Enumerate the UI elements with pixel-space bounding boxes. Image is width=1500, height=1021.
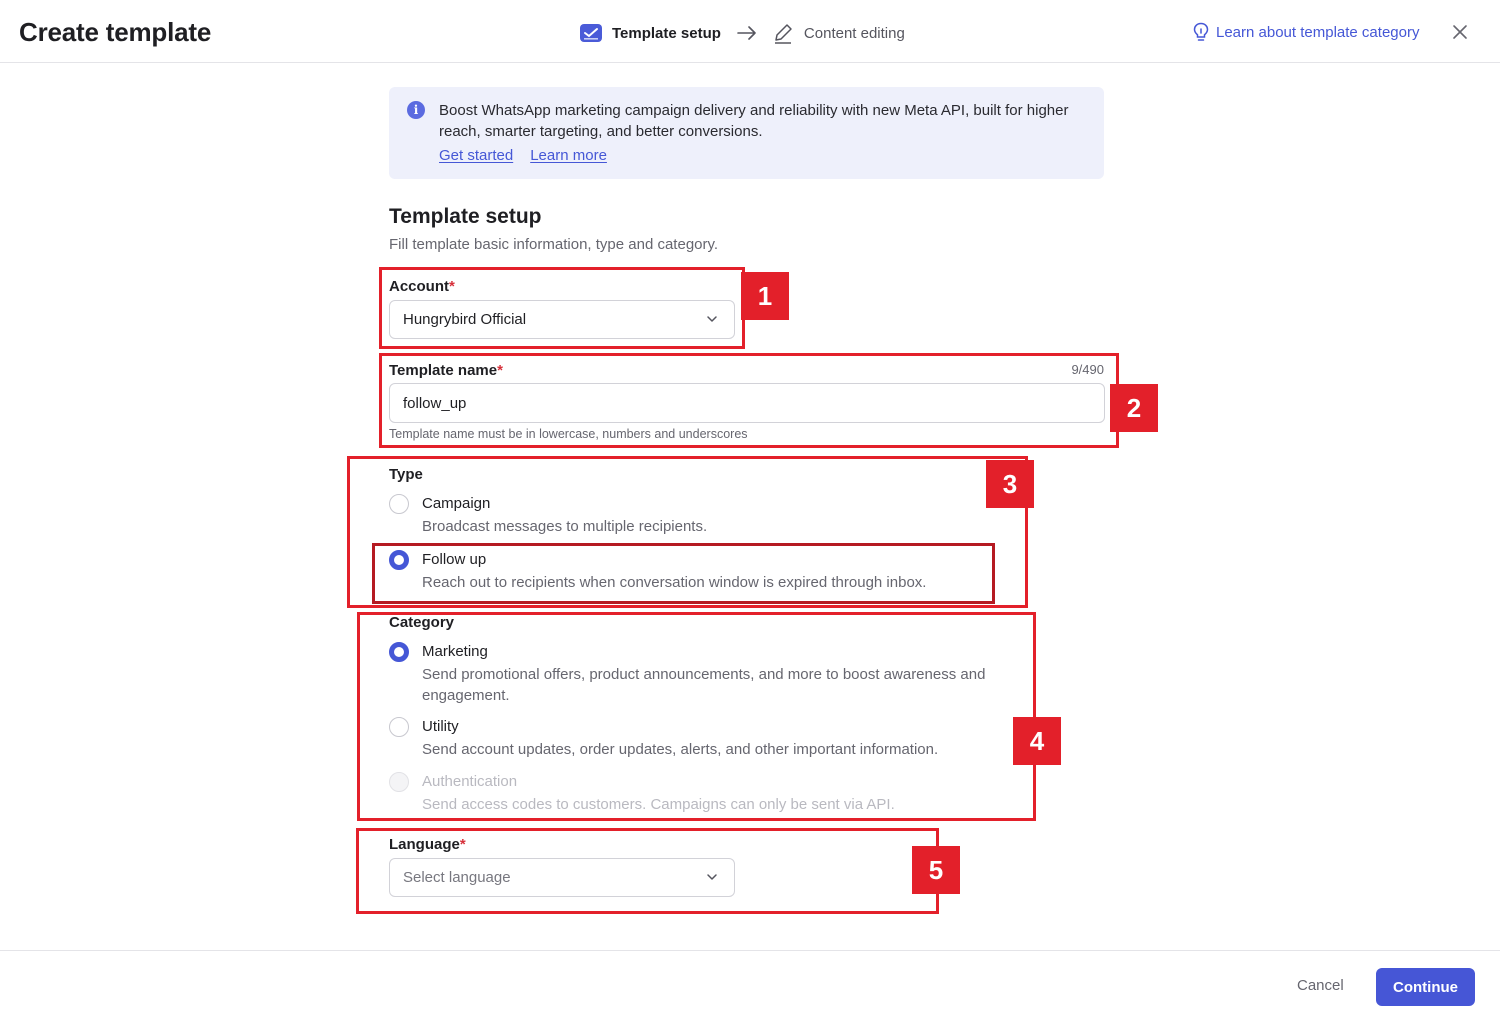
option-title: Utility (422, 718, 459, 735)
required-mark: * (459, 836, 466, 853)
annotation-tag-3: 3 (986, 460, 1034, 508)
marketing-radio[interactable] (389, 642, 409, 662)
char-counter: 9/490 (1071, 362, 1104, 377)
step-template-setup[interactable]: Template setup (579, 21, 721, 45)
annotation-tag-5: 5 (912, 846, 960, 894)
option-title: Authentication (422, 773, 518, 790)
template-name-label: Template name* (389, 362, 503, 379)
template-name-input[interactable] (389, 383, 1105, 423)
annotation-tag-1: 1 (741, 272, 789, 320)
get-started-link[interactable]: Get started (439, 147, 513, 164)
account-label-text: Account (389, 278, 449, 295)
section-title: Template setup (389, 205, 542, 228)
banner-text: Boost WhatsApp marketing campaign delive… (439, 102, 1069, 140)
chevron-down-icon (706, 871, 718, 883)
annotation-tag-4: 4 (1013, 717, 1061, 765)
info-banner: i Boost WhatsApp marketing campaign deli… (389, 87, 1104, 179)
option-title: Follow up (422, 551, 487, 568)
authentication-radio (389, 772, 409, 792)
header: Create template Template setup Content e… (0, 0, 1500, 63)
cancel-button[interactable]: Cancel (1285, 974, 1356, 997)
language-label: Language* (389, 836, 466, 853)
follow-up-radio[interactable] (389, 550, 409, 570)
account-label: Account* (389, 278, 455, 295)
type-label: Type (389, 466, 423, 483)
stepper: Template setup Content editing (579, 20, 905, 46)
option-description: Reach out to recipients when conversatio… (422, 574, 927, 591)
category-label: Category (389, 614, 455, 631)
option-description: Broadcast messages to multiple recipient… (422, 518, 708, 535)
option-description: Send account updates, order updates, ale… (422, 741, 939, 758)
section-subtitle: Fill template basic information, type an… (389, 236, 719, 253)
language-placeholder: Select language (403, 869, 511, 886)
learn-template-category-link[interactable]: Learn about template category (1192, 22, 1419, 42)
learn-link-label: Learn about template category (1216, 23, 1420, 41)
account-value: Hungrybird Official (403, 311, 527, 328)
step-label: Content editing (803, 24, 905, 42)
required-mark: * (497, 362, 503, 379)
learn-more-link[interactable]: Learn more (530, 147, 607, 164)
utility-radio[interactable] (389, 717, 409, 737)
option-title: Campaign (422, 495, 491, 512)
step-content-editing[interactable]: Content editing (771, 21, 905, 45)
continue-button[interactable]: Continue (1376, 968, 1475, 1006)
option-description: Send promotional offers, product announc… (422, 666, 986, 704)
lightbulb-icon (1192, 22, 1210, 42)
option-description: Send access codes to customers. Campaign… (422, 796, 895, 813)
template-name-label-text: Template name (389, 362, 498, 379)
banner-links: Get started Learn more (439, 147, 607, 164)
page-title: Create template (19, 17, 212, 47)
arrow-right-icon (737, 26, 757, 40)
account-select[interactable]: Hungrybird Official (389, 300, 735, 339)
info-icon: i (407, 101, 425, 119)
footer: Cancel Continue (0, 950, 1500, 1021)
close-icon (1453, 25, 1467, 39)
annotation-tag-2: 2 (1110, 384, 1158, 432)
language-select[interactable]: Select language (389, 858, 735, 897)
language-label-text: Language (389, 836, 460, 853)
template-name-hint: Template name must be in lowercase, numb… (389, 427, 748, 441)
option-title: Marketing (422, 643, 488, 660)
required-mark: * (449, 278, 455, 295)
template-setup-icon (579, 21, 603, 45)
pencil-icon (771, 21, 795, 45)
chevron-down-icon (706, 313, 718, 325)
close-button[interactable] (1449, 21, 1471, 43)
campaign-radio[interactable] (389, 494, 409, 514)
step-label: Template setup (612, 24, 721, 42)
